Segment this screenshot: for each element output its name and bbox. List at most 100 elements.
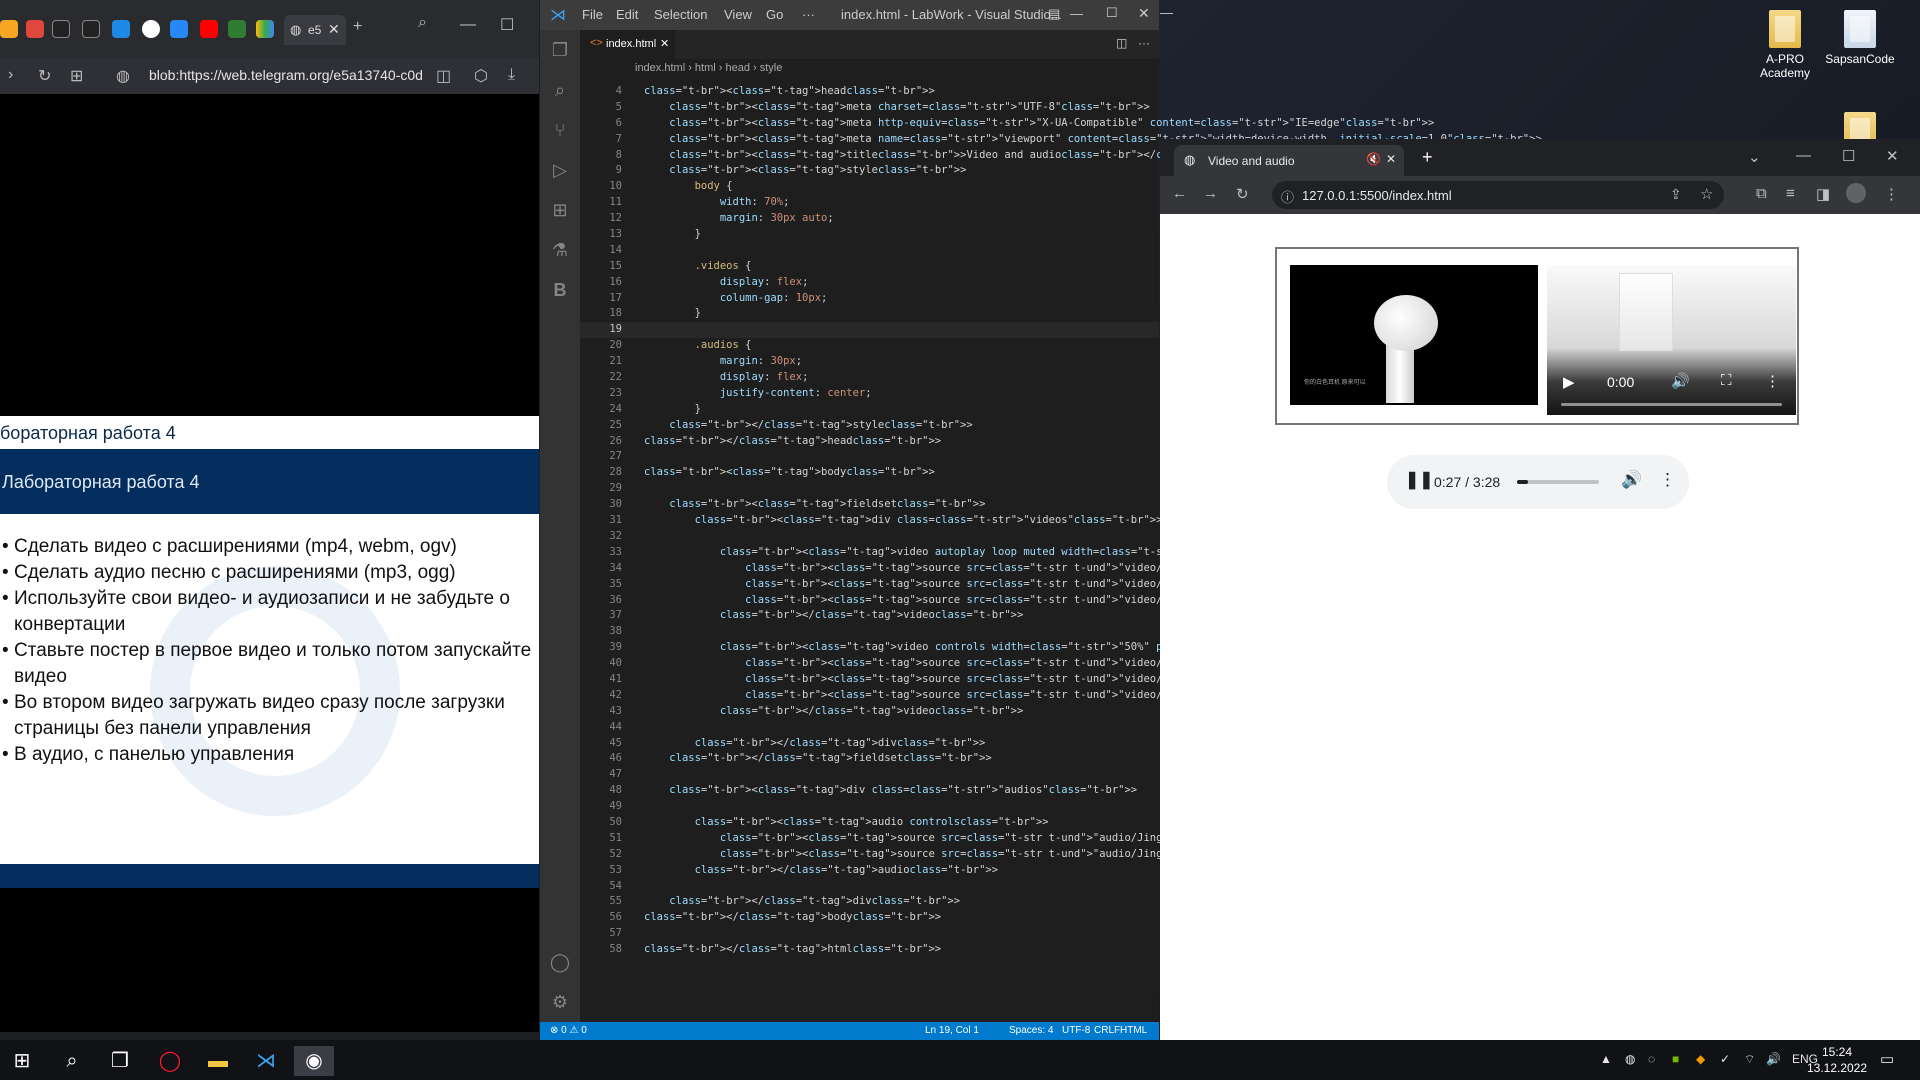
breadcrumb-item[interactable]: html	[695, 62, 716, 74]
system-clock[interactable]: 15:24 13.12.2022	[1802, 1044, 1872, 1076]
desktop-icon-sapsancode[interactable]: SapsanCode	[1820, 10, 1900, 66]
tray-app-icon[interactable]: ◆	[1696, 1052, 1705, 1066]
code-line[interactable]: 57	[580, 926, 1159, 942]
kebab-menu-icon[interactable]: ⋮	[1765, 372, 1780, 390]
kebab-menu-icon[interactable]: ⋮	[1884, 185, 1899, 203]
code-line[interactable]: 15 .videos {	[580, 259, 1159, 275]
code-line[interactable]: 39 class="t-br"><class="t-tag">video con…	[580, 640, 1497, 656]
code-line[interactable]: 7 class="t-br"><class="t-tag">meta name=…	[580, 132, 1542, 148]
reload-icon[interactable]: ↻	[1236, 185, 1249, 203]
encoding[interactable]: UTF-8	[1062, 1025, 1090, 1036]
desktop-icon-apro[interactable]: A-PRO Academy	[1745, 10, 1825, 80]
file-explorer-icon[interactable]: ▬	[198, 1046, 238, 1076]
code-line[interactable]: 43 class="t-br"></class="t-tag">videocla…	[580, 704, 1159, 720]
code-line[interactable]: 16 display: flex;	[580, 275, 1159, 291]
nvidia-icon[interactable]: ■	[1672, 1052, 1679, 1066]
code-line[interactable]: 56 class="t-br"></class="t-tag">bodyclass…	[580, 910, 1159, 926]
tabs-grid-icon[interactable]: ⊞	[70, 66, 83, 86]
camera-icon[interactable]: ◫	[436, 66, 451, 86]
code-line[interactable]: 32	[580, 529, 1159, 545]
code-line[interactable]: 12 margin: 30px auto;	[580, 211, 1159, 227]
new-tab-icon[interactable]: +	[353, 18, 362, 36]
star-icon[interactable]: ☆	[1700, 185, 1713, 203]
close-icon[interactable]: ✕	[1386, 152, 1396, 166]
code-line[interactable]: 52 class="t-br"><class="t-tag">source sr…	[580, 847, 1522, 863]
code-line[interactable]: 37 class="t-br"></class="t-tag">videocla…	[580, 608, 1159, 624]
code-line[interactable]: 33 class="t-br"><class="t-tag">video aut…	[580, 545, 1308, 561]
code-line[interactable]: 53 class="t-br"></class="t-tag">audiocla…	[580, 863, 1159, 879]
code-line[interactable]: 40 class="t-br"><class="t-tag">source sr…	[580, 656, 1510, 672]
messenger-tab-icon[interactable]	[112, 20, 130, 38]
vscode-icon[interactable]: ⋊	[246, 1046, 286, 1076]
tray-app-icon[interactable]: ◌	[1648, 1052, 1655, 1066]
play-icon[interactable]: ▶	[1563, 373, 1575, 391]
pause-icon[interactable]: ❚❚	[1405, 470, 1434, 490]
avatar[interactable]	[1846, 183, 1866, 203]
code-line[interactable]: 51 class="t-br"><class="t-tag">source sr…	[580, 831, 1522, 847]
breadcrumb-item[interactable]: index.html	[635, 62, 685, 74]
chrome-icon[interactable]: ◉	[294, 1046, 334, 1076]
code-line[interactable]: 25 class="t-br"></class="t-tag">stylecla…	[580, 418, 1159, 434]
download-icon[interactable]: ⤓	[508, 66, 515, 84]
explorer-icon[interactable]: ❐	[540, 30, 580, 70]
menu-more[interactable]: ···	[802, 7, 815, 22]
close-icon[interactable]: ✕	[1138, 5, 1150, 22]
maximize-icon[interactable]: ☐	[500, 15, 514, 35]
code-line[interactable]: 10 body {	[580, 179, 1159, 195]
google-tab-icon[interactable]	[142, 20, 160, 38]
task-view-icon[interactable]: ❐	[100, 1046, 140, 1076]
code-line[interactable]: 49	[580, 799, 1159, 815]
code-line[interactable]: 47	[580, 767, 1159, 783]
share-icon[interactable]: ⇪	[1670, 186, 1682, 203]
extensions-icon[interactable]: ⊞	[540, 190, 580, 230]
wifi-icon[interactable]: ⌔	[1744, 1052, 1755, 1067]
tab-search-icon[interactable]: ⌄	[1748, 148, 1761, 166]
video-autoplay[interactable]: 你的白色耳机 原来可以	[1290, 265, 1538, 405]
code-line[interactable]: 46 class="t-br"></class="t-tag">fieldset…	[580, 751, 1159, 767]
tray-app-icon[interactable]: ✓	[1720, 1052, 1730, 1066]
close-icon[interactable]: ✕	[1886, 147, 1899, 165]
tab-icon[interactable]	[82, 20, 100, 38]
split-editor-icon[interactable]: ◫	[1116, 36, 1127, 50]
breadcrumb-item[interactable]: head	[725, 62, 749, 74]
source-control-icon[interactable]: ⑂	[540, 110, 580, 150]
menu-view[interactable]: View	[724, 7, 752, 22]
left-browser-active-tab[interactable]: ◍ e5 ✕	[284, 15, 346, 45]
volume-icon[interactable]: 🔊	[1766, 1052, 1781, 1066]
kebab-menu-icon[interactable]: ⋮	[1659, 470, 1676, 490]
code-line[interactable]: 11 width: 70%;	[580, 195, 1159, 211]
opera-icon[interactable]: ◯	[150, 1046, 190, 1076]
code-line[interactable]: 26 class="t-br"></class="t-tag">headclass…	[580, 434, 1159, 450]
run-debug-icon[interactable]: ▷	[540, 150, 580, 190]
youtube-tab-icon[interactable]	[200, 20, 218, 38]
code-line[interactable]: 21 margin: 30px;	[580, 354, 1159, 370]
editor-tab-index[interactable]: <> index.html ✕	[580, 30, 675, 59]
vk-tab-icon[interactable]	[170, 20, 188, 38]
minimize-icon[interactable]: —	[1796, 147, 1811, 164]
code-line[interactable]: 54	[580, 879, 1159, 895]
search-icon[interactable]: ⌕	[418, 14, 427, 32]
maximize-icon[interactable]: ☐	[1842, 147, 1855, 165]
code-line[interactable]: 27	[580, 449, 1159, 465]
testing-icon[interactable]: ⚗	[540, 230, 580, 270]
code-line[interactable]: 48 class="t-br"><class="t-tag">div class…	[580, 783, 1159, 799]
close-icon[interactable]: ✕	[660, 37, 669, 50]
menu-file[interactable]: File	[582, 7, 603, 22]
code-line[interactable]: 42 class="t-br"><class="t-tag">source sr…	[580, 688, 1522, 704]
code-line[interactable]: 19	[580, 322, 1159, 339]
code-line[interactable]: 20 .audios {	[580, 338, 1159, 354]
info-icon[interactable]: ⓘ	[1281, 187, 1294, 206]
code-line[interactable]: 44	[580, 720, 1159, 736]
code-line[interactable]: 5 class="t-br"><class="t-tag">meta chars…	[580, 100, 1159, 116]
drive-tab-icon[interactable]	[256, 20, 274, 38]
side-panel-icon[interactable]: ◨	[1816, 185, 1830, 203]
code-editor[interactable]: 4 class="t-br"><class="t-tag">headclass="…	[580, 84, 1542, 1022]
code-line[interactable]: 8 class="t-br"><class="t-tag">titleclass…	[580, 148, 1365, 164]
code-line[interactable]: 36 class="t-br"><class="t-tag">source sr…	[580, 593, 1522, 609]
code-line[interactable]: 14	[580, 243, 1159, 259]
code-line[interactable]: 22 display: flex;	[580, 370, 1159, 386]
code-line[interactable]: 29	[580, 481, 1159, 497]
video-progress-bar[interactable]	[1561, 403, 1782, 406]
code-line[interactable]: 18 }	[580, 306, 1159, 322]
code-line[interactable]: 4 class="t-br"><class="t-tag">headclass="…	[580, 84, 1159, 100]
